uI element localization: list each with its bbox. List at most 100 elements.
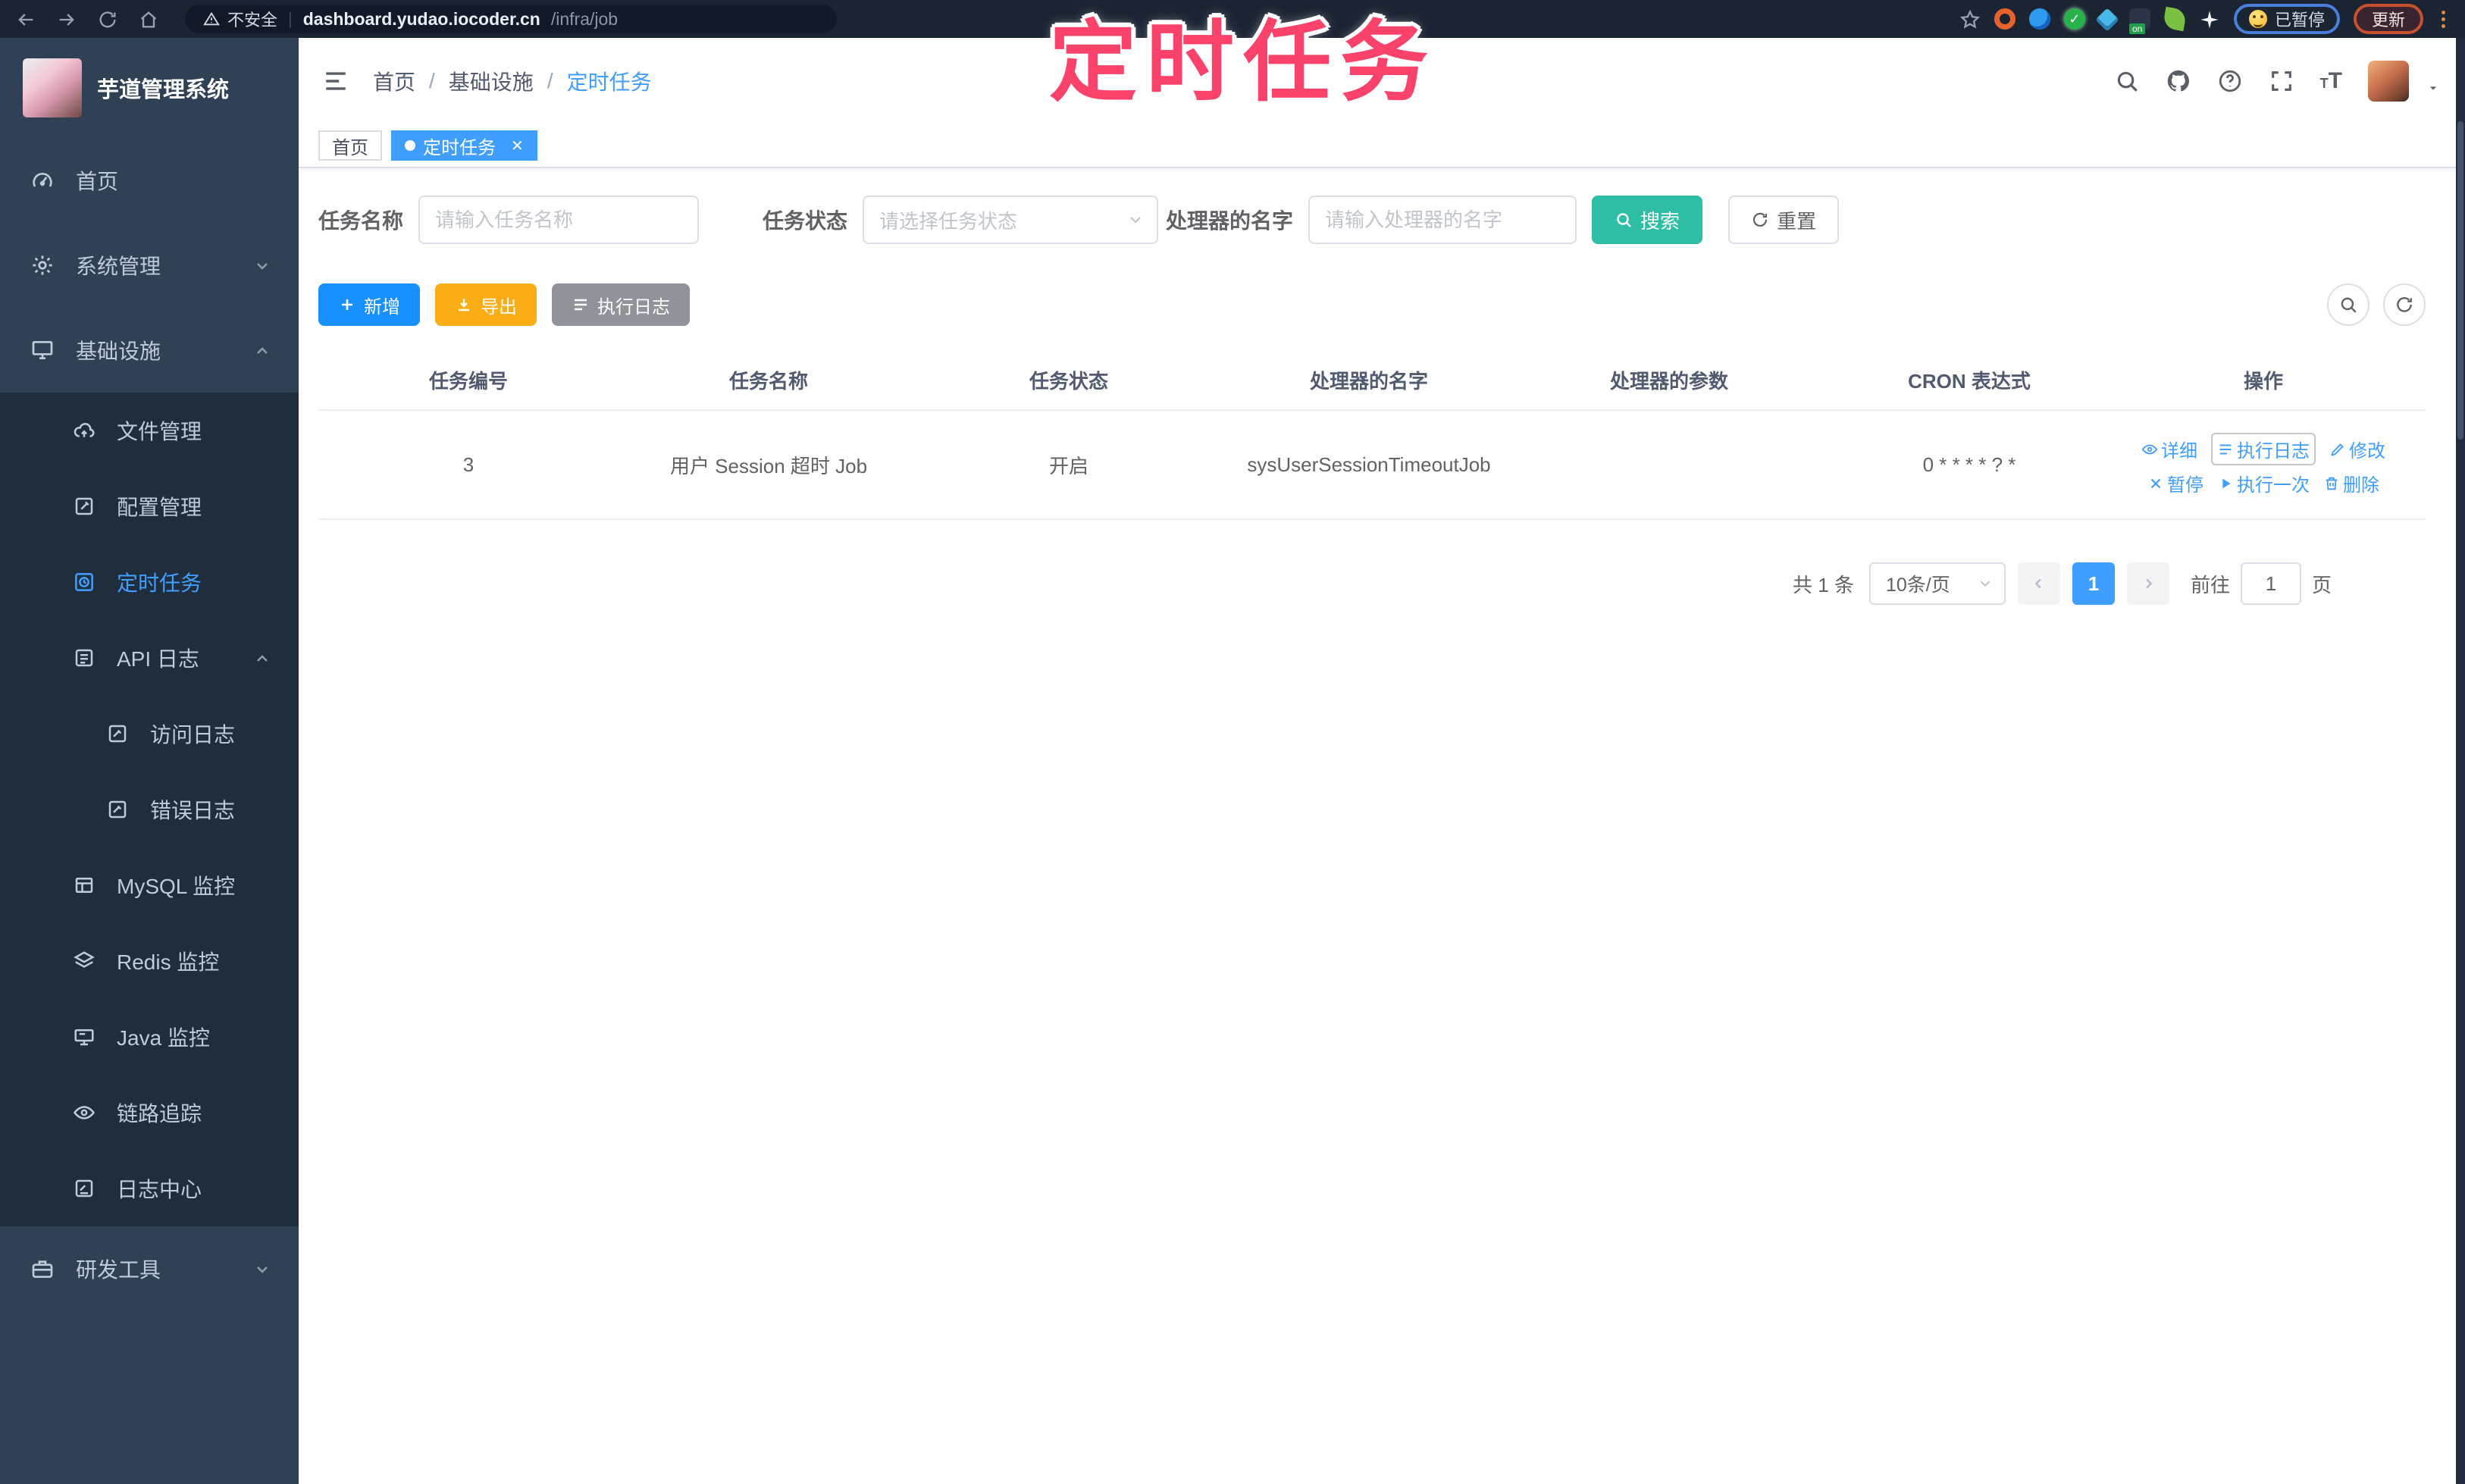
- breadcrumb-home[interactable]: 首页: [373, 66, 415, 96]
- help-icon[interactable]: [2217, 68, 2243, 94]
- extension-blue-icon[interactable]: [2028, 8, 2050, 30]
- scrollbar-thumb[interactable]: [2457, 121, 2463, 440]
- sidebar-item-system[interactable]: 系统管理: [0, 223, 299, 308]
- col-handler-name: 处理器的名字: [1309, 369, 1428, 393]
- sidebar-item-error-log[interactable]: 错误日志: [0, 772, 299, 847]
- security-indicator[interactable]: 不安全: [203, 7, 277, 31]
- tab-label: 定时任务: [423, 137, 496, 158]
- select-placeholder: 请选择任务状态: [879, 209, 1018, 233]
- add-button[interactable]: 新增: [318, 283, 420, 326]
- sidebar-item-label: 首页: [76, 170, 119, 193]
- tab-scheduled-task[interactable]: 定时任务 ✕: [391, 130, 537, 161]
- refresh-table-button[interactable]: [2383, 283, 2426, 326]
- sidebar-item-infra[interactable]: 基础设施: [0, 308, 299, 393]
- chevron-down-icon: [1977, 575, 1994, 592]
- breadcrumb: 首页 / 基础设施 / 定时任务: [373, 66, 652, 96]
- fullscreen-icon[interactable]: [2269, 68, 2294, 94]
- exec-log-button[interactable]: 执行日志: [552, 283, 690, 326]
- table-header-row: 任务编号 任务名称 任务状态 处理器的名字 处理器的参数 CRON 表达式 操作: [318, 350, 2426, 411]
- sidebar-item-access-log[interactable]: 访问日志: [0, 696, 299, 772]
- warning-triangle-icon: [203, 11, 220, 27]
- export-button[interactable]: 导出: [435, 283, 537, 326]
- list-icon: [575, 299, 587, 311]
- plus-icon: [342, 299, 352, 310]
- next-page-button[interactable]: [2126, 562, 2169, 605]
- sidebar-item-dev-tools[interactable]: 研发工具: [0, 1226, 299, 1311]
- browser-back-icon[interactable]: [15, 8, 36, 30]
- sidebar-item-trace[interactable]: 链路追踪: [0, 1075, 299, 1151]
- top-navbar: 首页 / 基础设施 / 定时任务 TT: [299, 38, 2465, 124]
- cell-cron: 0 * * * * ? *: [1922, 452, 2016, 476]
- sidebar-item-mysql-monitor[interactable]: MySQL 监控: [0, 847, 299, 923]
- prev-page-button[interactable]: [2017, 562, 2060, 605]
- edit-link[interactable]: 修改: [2329, 433, 2385, 465]
- bookmark-star-icon[interactable]: [1959, 8, 1981, 30]
- app-logo-avatar: [23, 58, 82, 117]
- browser-home-icon[interactable]: [138, 8, 159, 30]
- active-dot-icon: [405, 140, 415, 151]
- sidebar-item-scheduled-task[interactable]: 定时任务: [0, 544, 299, 620]
- font-size-icon[interactable]: TT: [2320, 70, 2342, 92]
- job-status-select[interactable]: 请选择任务状态: [863, 196, 1159, 244]
- job-name-input[interactable]: [418, 196, 700, 244]
- tab-home[interactable]: 首页: [318, 130, 382, 161]
- edit-square-icon: [73, 495, 96, 518]
- toggle-search-button[interactable]: [2327, 283, 2369, 326]
- sidebar-collapse-icon[interactable]: [323, 68, 349, 94]
- goto-label: 前往: [2190, 573, 2230, 596]
- extension-sparkle-icon[interactable]: [2199, 8, 2220, 30]
- sidebar-item-config-manage[interactable]: 配置管理: [0, 468, 299, 544]
- breadcrumb-infra[interactable]: 基础设施: [449, 66, 534, 96]
- chrome-update-button[interactable]: 更新: [2353, 4, 2423, 34]
- browser-forward-icon[interactable]: [56, 8, 77, 30]
- extension-leaf-icon[interactable]: [2162, 6, 2188, 32]
- sidebar-item-home[interactable]: 首页: [0, 138, 299, 223]
- github-icon[interactable]: [2166, 68, 2191, 94]
- delete-link[interactable]: 删除: [2323, 470, 2379, 496]
- tags-view-bar: 首页 定时任务 ✕: [299, 124, 2465, 168]
- export-button-label: 导出: [481, 296, 517, 318]
- browser-reload-icon[interactable]: [97, 8, 118, 30]
- sidebar-item-redis-monitor[interactable]: Redis 监控: [0, 923, 299, 999]
- col-job-id: 任务编号: [428, 369, 508, 393]
- reset-button[interactable]: 重置: [1728, 196, 1840, 244]
- eye-icon: [73, 1101, 96, 1124]
- log-center-icon: [73, 1177, 96, 1200]
- gauge-icon: [30, 168, 55, 193]
- list-icon: [2219, 443, 2232, 455]
- extension-orange-icon[interactable]: [1994, 8, 2016, 30]
- database-icon: [73, 874, 96, 897]
- extension-gem-icon[interactable]: [2095, 8, 2119, 32]
- browser-menu-icon[interactable]: [2437, 10, 2450, 28]
- sidebar-item-api-log[interactable]: API 日志: [0, 620, 299, 696]
- user-avatar[interactable]: [2368, 61, 2409, 102]
- timer-icon: [73, 571, 96, 593]
- search-button[interactable]: 搜索: [1592, 196, 1703, 244]
- recorder-paused-badge[interactable]: 已暂停: [2233, 4, 2340, 34]
- page-size-select[interactable]: 10条/页: [1868, 562, 2006, 605]
- page-scrollbar[interactable]: [2456, 38, 2465, 1484]
- detail-link[interactable]: 详细: [2141, 433, 2197, 465]
- url-divider: |: [288, 9, 293, 28]
- goto-page-input[interactable]: [2240, 562, 2301, 605]
- sidebar-item-java-monitor[interactable]: Java 监控: [0, 999, 299, 1075]
- col-job-status: 任务状态: [1029, 369, 1108, 393]
- search-icon[interactable]: [2114, 68, 2140, 94]
- app-logo-row[interactable]: 芋道管理系统: [0, 38, 299, 138]
- sidebar-item-log-center[interactable]: 日志中心: [0, 1151, 299, 1226]
- caret-down-icon[interactable]: [2426, 74, 2441, 90]
- pause-link[interactable]: 暂停: [2147, 470, 2203, 496]
- cell-handler-name: sysUserSessionTimeoutJob: [1247, 453, 1491, 476]
- run-once-link[interactable]: 执行一次: [2217, 470, 2310, 496]
- row-exec-log-link[interactable]: 执行日志: [2211, 433, 2316, 465]
- sidebar-item-file-manage[interactable]: 文件管理: [0, 393, 299, 468]
- monitor-icon: [30, 338, 55, 362]
- address-bar[interactable]: 不安全 | dashboard.yudao.iocoder.cn/infra/j…: [185, 5, 837, 33]
- close-icon[interactable]: ✕: [511, 136, 524, 155]
- extension-green-icon[interactable]: ✓: [2063, 8, 2085, 30]
- handler-name-input[interactable]: [1308, 196, 1577, 244]
- page-number-1[interactable]: 1: [2072, 562, 2115, 605]
- add-button-label: 新增: [364, 296, 400, 318]
- cell-actions: 详细 执行日志 修改 暂停 执行一次 删除: [2119, 428, 2407, 501]
- extension-switch-icon[interactable]: on: [2128, 8, 2150, 34]
